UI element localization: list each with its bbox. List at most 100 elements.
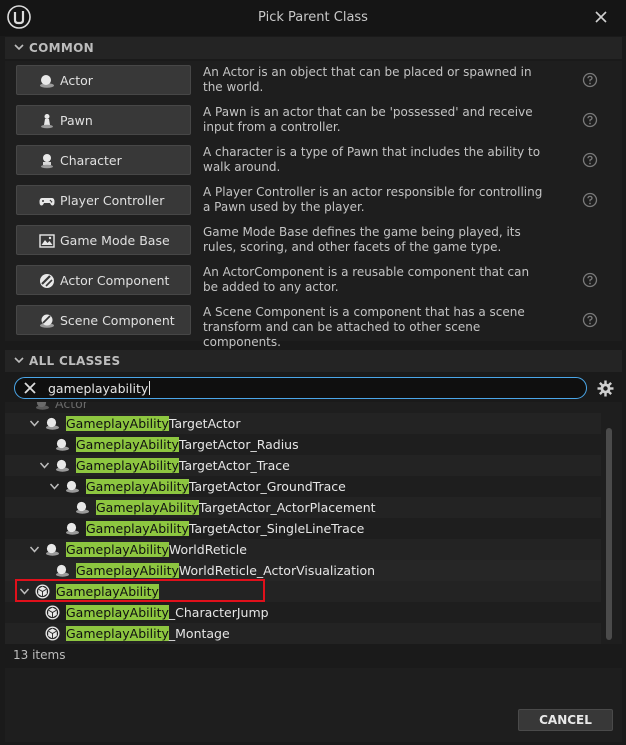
search-match-highlight: GameplayAbility <box>66 605 169 620</box>
common-row-actor-component: Actor Component An ActorComponent is a r… <box>5 261 622 301</box>
help-icon[interactable] <box>582 112 598 128</box>
game-mode-base-class-button-label: Game Mode Base <box>60 233 170 248</box>
common-row-character: Character A character is a type of Pawn … <box>5 141 622 181</box>
player-controller-class-button-label: Player Controller <box>60 193 165 208</box>
help-icon[interactable] <box>582 72 598 88</box>
chevron-down-icon[interactable] <box>29 418 40 429</box>
actor-icon <box>76 501 89 514</box>
scene-component-class-description: A Scene Component is a component that ha… <box>203 305 525 349</box>
tree-row-label: Actor <box>55 402 88 411</box>
search-match-highlight: GameplayAbility <box>66 542 169 557</box>
common-row-actor: Actor An Actor is an object that can be … <box>5 61 622 101</box>
common-row-pawn: Pawn A Pawn is an actor that can be 'pos… <box>5 101 622 141</box>
actor-icon <box>66 480 79 493</box>
tree-row[interactable]: GameplayAbilityTargetActor_GroundTrace <box>5 476 601 497</box>
actor-icon <box>46 417 59 430</box>
common-row-game-mode-base: Game Mode Base Game Mode Base defines th… <box>5 221 622 261</box>
chevron-down-icon <box>14 44 24 51</box>
scene-component-icon <box>40 314 54 328</box>
common-row-scene-component: Scene Component A Scene Component is a c… <box>5 301 622 349</box>
tree-row-label: GameplayAbilityTargetActor_GroundTrace <box>86 479 346 494</box>
tree-row[interactable]: GameplayAbility_Montage <box>5 623 601 644</box>
scene-component-class-button-label: Scene Component <box>60 313 175 328</box>
tree-row[interactable]: GameplayAbility_CharacterJump <box>5 602 601 623</box>
tree-row-label-rest: TargetActor_Trace <box>178 458 290 473</box>
gamepad-icon <box>39 198 55 206</box>
chevron-down-icon[interactable] <box>19 586 30 597</box>
tree-row-label-rest: TargetActor_GroundTrace <box>188 479 346 494</box>
tree-row-label-rest: _Montage <box>168 626 230 641</box>
tree-row[interactable]: GameplayAbilityTargetActor_Radius <box>5 434 601 455</box>
tree-row-label: GameplayAbilityTargetActor_SingleLineTra… <box>86 521 364 536</box>
text-caret <box>149 381 151 395</box>
gear-icon[interactable] <box>597 380 614 397</box>
actor-component-class-button[interactable]: Actor Component <box>16 265 191 295</box>
pawn-icon <box>41 114 53 129</box>
search-match-highlight: GameplayAbility <box>56 584 159 599</box>
search-match-highlight: GameplayAbility <box>66 416 169 431</box>
tree-row[interactable]: GameplayAbilityTargetActor_SingleLineTra… <box>5 518 601 539</box>
tree-row-label: GameplayAbility <box>56 584 159 599</box>
item-count: 13 items <box>13 648 66 662</box>
uobject-icon <box>35 584 50 599</box>
scene-component-class-button[interactable]: Scene Component <box>16 305 191 335</box>
cancel-button[interactable]: CANCEL <box>518 709 613 731</box>
class-tree[interactable]: Actor GameplayAbilityTargetActor Gamepla… <box>5 402 622 644</box>
class-search-input[interactable]: gameplayability <box>14 377 587 399</box>
tree-row[interactable]: GameplayAbilityWorldReticle_ActorVisuali… <box>5 560 601 581</box>
all-classes-section-header[interactable]: ALL CLASSES <box>5 350 622 372</box>
tree-row-label: GameplayAbilityTargetActor_Radius <box>76 437 299 452</box>
tree-row-label: GameplayAbility_CharacterJump <box>66 605 269 620</box>
tree-row[interactable]: GameplayAbilityTargetActor_Trace <box>5 455 601 476</box>
actor-component-class-description: An ActorComponent is a reusable componen… <box>203 265 530 294</box>
common-section-label: COMMON <box>29 41 94 55</box>
pawn-class-description: A Pawn is an actor that can be 'possesse… <box>203 105 533 134</box>
chevron-down-icon[interactable] <box>39 460 50 471</box>
search-match-highlight: GameplayAbility <box>76 437 179 452</box>
chevron-down-icon[interactable] <box>49 481 60 492</box>
tree-row-selected[interactable]: GameplayAbility <box>5 581 601 602</box>
tree-row-label-rest: WorldReticle_ActorVisualization <box>178 563 376 578</box>
tree-scrollbar[interactable] <box>606 428 612 640</box>
search-match-highlight: GameplayAbility <box>76 563 179 578</box>
search-match-highlight: GameplayAbility <box>86 521 189 536</box>
game-mode-base-class-button[interactable]: Game Mode Base <box>16 225 191 255</box>
actor-class-description: An Actor is an object that can be placed… <box>203 65 532 94</box>
uobject-icon <box>45 626 60 641</box>
actor-icon <box>56 564 69 577</box>
chevron-down-icon <box>14 357 24 364</box>
tree-row-label-rest: TargetActor_Radius <box>178 437 299 452</box>
tree-row-label: GameplayAbilityTargetActor_ActorPlacemen… <box>96 500 376 515</box>
pawn-class-button-label: Pawn <box>60 113 93 128</box>
chevron-down-icon[interactable] <box>29 544 40 555</box>
tree-row[interactable]: GameplayAbilityTargetActor <box>5 413 601 434</box>
character-icon <box>41 154 53 169</box>
actor-class-button[interactable]: Actor <box>16 65 191 95</box>
character-class-button-label: Character <box>60 153 122 168</box>
close-icon[interactable] <box>592 8 610 26</box>
character-class-button[interactable]: Character <box>16 145 191 175</box>
player-controller-class-description: A Player Controller is an actor responsi… <box>203 185 543 214</box>
search-match-highlight: GameplayAbility <box>86 479 189 494</box>
tree-row-label: GameplayAbility_Montage <box>66 626 230 641</box>
tree-row-label: GameplayAbilityTargetActor_Trace <box>76 458 290 473</box>
actor-icon <box>56 438 69 451</box>
help-icon[interactable] <box>582 152 598 168</box>
common-section-header[interactable]: COMMON <box>5 37 622 59</box>
search-match-highlight: GameplayAbility <box>66 626 169 641</box>
help-icon[interactable] <box>582 192 598 208</box>
tree-row[interactable]: GameplayAbilityTargetActor_ActorPlacemen… <box>5 497 601 518</box>
common-class-list: Actor An Actor is an object that can be … <box>5 61 622 349</box>
player-controller-class-button[interactable]: Player Controller <box>16 185 191 215</box>
help-icon[interactable] <box>582 272 598 288</box>
actor-component-icon <box>40 274 54 288</box>
help-icon[interactable] <box>582 312 598 328</box>
title-bar: Pick Parent Class <box>0 0 626 36</box>
clear-search-icon[interactable] <box>24 382 36 394</box>
pawn-class-button[interactable]: Pawn <box>16 105 191 135</box>
tree-row-label: GameplayAbilityWorldReticle <box>66 542 247 557</box>
tree-row-label-rest: TargetActor_SingleLineTrace <box>188 521 365 536</box>
tree-row[interactable]: GameplayAbilityWorldReticle <box>5 539 601 560</box>
search-input-text: gameplayability <box>48 381 149 396</box>
tree-row-label: GameplayAbilityWorldReticle_ActorVisuali… <box>76 563 375 578</box>
